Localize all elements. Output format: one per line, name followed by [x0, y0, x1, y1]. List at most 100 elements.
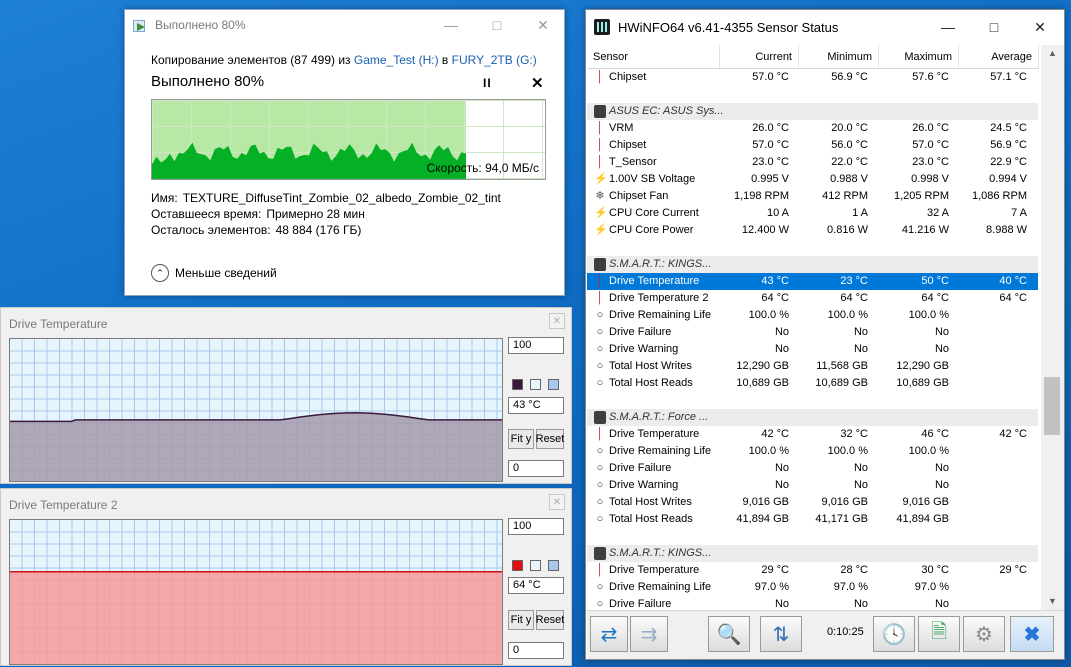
sensor-row[interactable]: │ VRM 26.0 °C 20.0 °C 26.0 °C 24.5 °C: [587, 120, 1038, 137]
sensor-row[interactable]: │ Chipset 57.0 °C 56.9 °C 57.6 °C 57.1 °C: [587, 69, 1038, 86]
graph-max-value[interactable]: 100: [508, 518, 564, 535]
sensor-row[interactable]: ○ Drive Remaining Life 100.0 % 100.0 % 100.0…: [587, 443, 1038, 460]
graph-max-value[interactable]: 100: [508, 337, 564, 354]
sensor-row[interactable]: ○ Total Host Writes 9,016 GB 9,016 GB 9,016 …: [587, 494, 1038, 511]
sensor-group-row[interactable]: ASUS EC: ASUS Sys...: [587, 103, 1038, 120]
column-header-current[interactable]: Current: [720, 45, 799, 69]
fit-y-button[interactable]: Fit y: [508, 610, 534, 630]
reset-button[interactable]: Reset: [536, 610, 564, 630]
sensor-row[interactable]: ⚡ CPU Core Power 12.400 W 0.816 W 41.216 W 8.…: [587, 222, 1038, 239]
source-link[interactable]: Game_Test (H:): [354, 53, 439, 67]
column-header-sensor[interactable]: Sensor: [587, 45, 720, 69]
navigate-arrows-button[interactable]: ⇄: [590, 616, 628, 652]
sensor-value-cur: 41,894 GB: [736, 513, 789, 525]
gauge-icon: ○: [596, 360, 604, 372]
settings-button[interactable]: ⚙: [963, 616, 1005, 652]
sensor-label: VRM: [609, 122, 634, 134]
graph-min-value[interactable]: 0: [508, 642, 564, 659]
fit-y-button[interactable]: Fit y: [508, 429, 534, 449]
close-sensors-button[interactable]: ✖: [1010, 616, 1054, 652]
sensor-value-min: 0.816 W: [827, 224, 868, 236]
sensor-row[interactable]: ⚡ 1.00V SB Voltage 0.995 V 0.988 V 0.998 V 0.…: [587, 171, 1038, 188]
sensor-value-max: No: [934, 598, 949, 610]
close-button[interactable]: ✕: [520, 10, 566, 40]
less-details-button[interactable]: ⌃ Меньше сведений: [151, 264, 277, 282]
grid-color-swatch[interactable]: [548, 379, 559, 390]
sensor-label: 1.00V SB Voltage: [609, 173, 696, 185]
gauge-icon: ○: [596, 326, 604, 338]
line-color-swatch[interactable]: [512, 560, 523, 571]
copy-app-icon: [133, 18, 149, 32]
sensor-group-row[interactable]: S.M.A.R.T.: Force ...: [587, 409, 1038, 426]
sensor-group-row[interactable]: S.M.A.R.T.: KINGS...: [587, 545, 1038, 562]
sensor-label: Drive Remaining Life: [609, 445, 712, 457]
line-color-swatch[interactable]: [512, 379, 523, 390]
graph-current-value: 64 °C: [508, 577, 564, 594]
close-button[interactable]: ✕: [1017, 10, 1063, 44]
time-remaining-value: Примерно 28 мин: [266, 207, 365, 221]
column-header-maximum[interactable]: Maximum: [879, 45, 959, 69]
sensor-value-cur: No: [774, 479, 789, 491]
sensor-row[interactable]: │ Drive Temperature 29 °C 28 °C 30 °C 29 °C: [587, 562, 1038, 579]
sensor-row[interactable]: │ Drive Temperature 43 °C 23 °C 50 °C 40 °C: [587, 273, 1038, 290]
scroll-up-icon[interactable]: ▲: [1041, 45, 1064, 62]
sensor-row[interactable]: │ Drive Temperature 2 64 °C 64 °C 64 °C 64 °C: [587, 290, 1038, 307]
close-icon[interactable]: ✕: [549, 313, 565, 329]
cancel-button[interactable]: ✕: [531, 74, 544, 92]
scrollbar-thumb[interactable]: [1044, 377, 1060, 435]
background-color-swatch[interactable]: [530, 560, 541, 571]
reset-button[interactable]: Reset: [536, 429, 564, 449]
copy-progress-dialog: Выполнено 80% — □ ✕ Копирование элементо…: [124, 9, 565, 296]
graph-min-value[interactable]: 0: [508, 460, 564, 477]
collapse-arrows-button[interactable]: ⇉: [630, 616, 668, 652]
sensor-row[interactable]: │ T_Sensor 23.0 °C 22.0 °C 23.0 °C 22.9 °C: [587, 154, 1038, 171]
sensor-row[interactable]: │ Chipset 57.0 °C 56.0 °C 57.0 °C 56.9 °C: [587, 137, 1038, 154]
hwinfo-toolbar: ⇄ ⇉ 🔍 ⇅ 0:10:25 🕓 🗎 ⚙ ✖: [587, 610, 1064, 659]
temperature-area: [10, 571, 502, 664]
chevron-up-icon: ⌃: [151, 264, 169, 282]
sensor-row[interactable]: ❄ Chipset Fan 1,198 RPM 412 RPM 1,205 RPM 1,0…: [587, 188, 1038, 205]
scroll-down-icon[interactable]: ▼: [1041, 593, 1064, 610]
gauge-icon: ○: [596, 377, 604, 389]
sensor-row[interactable]: ○ Drive Failure No No No: [587, 596, 1038, 610]
sensor-list-scrollbar[interactable]: ▲ ▼: [1041, 45, 1064, 610]
sensor-row[interactable]: ○ Drive Remaining Life 97.0 % 97.0 % 97.0 %: [587, 579, 1038, 596]
column-header-minimum[interactable]: Minimum: [799, 45, 879, 69]
temperature-area: [10, 412, 502, 481]
sensor-row[interactable]: ○ Drive Warning No No No: [587, 477, 1038, 494]
sensor-row[interactable]: ○ Drive Failure No No No: [587, 460, 1038, 477]
logging-button[interactable]: 🗎: [918, 616, 960, 652]
reset-timer-button[interactable]: 🕓: [873, 616, 915, 652]
sensor-row[interactable]: ○ Drive Remaining Life 100.0 % 100.0 % 100.0…: [587, 307, 1038, 324]
sensor-row[interactable]: ○ Total Host Reads 41,894 GB 41,171 GB 41,89…: [587, 511, 1038, 528]
sensor-search-button[interactable]: 🔍: [708, 616, 750, 652]
graph-title: Drive Temperature 2: [9, 498, 118, 512]
destination-link[interactable]: FURY_2TB (G:): [452, 53, 537, 67]
grid-color-swatch[interactable]: [548, 560, 559, 571]
thermometer-icon: │: [596, 275, 604, 287]
sensor-row[interactable]: ○ Total Host Reads 10,689 GB 10,689 GB 10,68…: [587, 375, 1038, 392]
background-color-swatch[interactable]: [530, 379, 541, 390]
speed-label: Скорость: 94,0 МБ/с: [426, 161, 539, 175]
sensor-value-max: 12,290 GB: [896, 360, 949, 372]
sensor-value-max: 0.998 V: [911, 173, 949, 185]
maximize-button[interactable]: □: [971, 10, 1017, 44]
pause-button[interactable]: II: [483, 76, 492, 90]
sensor-value-min: 28 °C: [840, 564, 868, 576]
sensor-value-cur: 64 °C: [761, 292, 789, 304]
sensor-row[interactable]: ○ Total Host Writes 12,290 GB 11,568 GB 12,2…: [587, 358, 1038, 375]
sensor-label: Drive Temperature 2: [609, 292, 709, 304]
sensor-row[interactable]: ⚡ CPU Core Current 10 A 1 A 32 A 7 A: [587, 205, 1038, 222]
sensor-row[interactable]: ○ Drive Failure No No No: [587, 324, 1038, 341]
sensor-row[interactable]: │ Drive Temperature 42 °C 32 °C 46 °C 42 °C: [587, 426, 1038, 443]
sensor-row[interactable]: ○ Drive Warning No No No: [587, 341, 1038, 358]
column-header-average[interactable]: Average: [959, 45, 1039, 69]
network-button[interactable]: ⇅: [760, 616, 802, 652]
sensor-value-max: 100.0 %: [908, 309, 949, 321]
sensor-value-max: 41,894 GB: [896, 513, 949, 525]
minimize-button[interactable]: —: [925, 10, 971, 44]
minimize-button[interactable]: —: [428, 10, 474, 40]
sensor-value-min: 20.0 °C: [831, 122, 868, 134]
sensor-group-row[interactable]: S.M.A.R.T.: KINGS...: [587, 256, 1038, 273]
close-icon[interactable]: ✕: [549, 494, 565, 510]
